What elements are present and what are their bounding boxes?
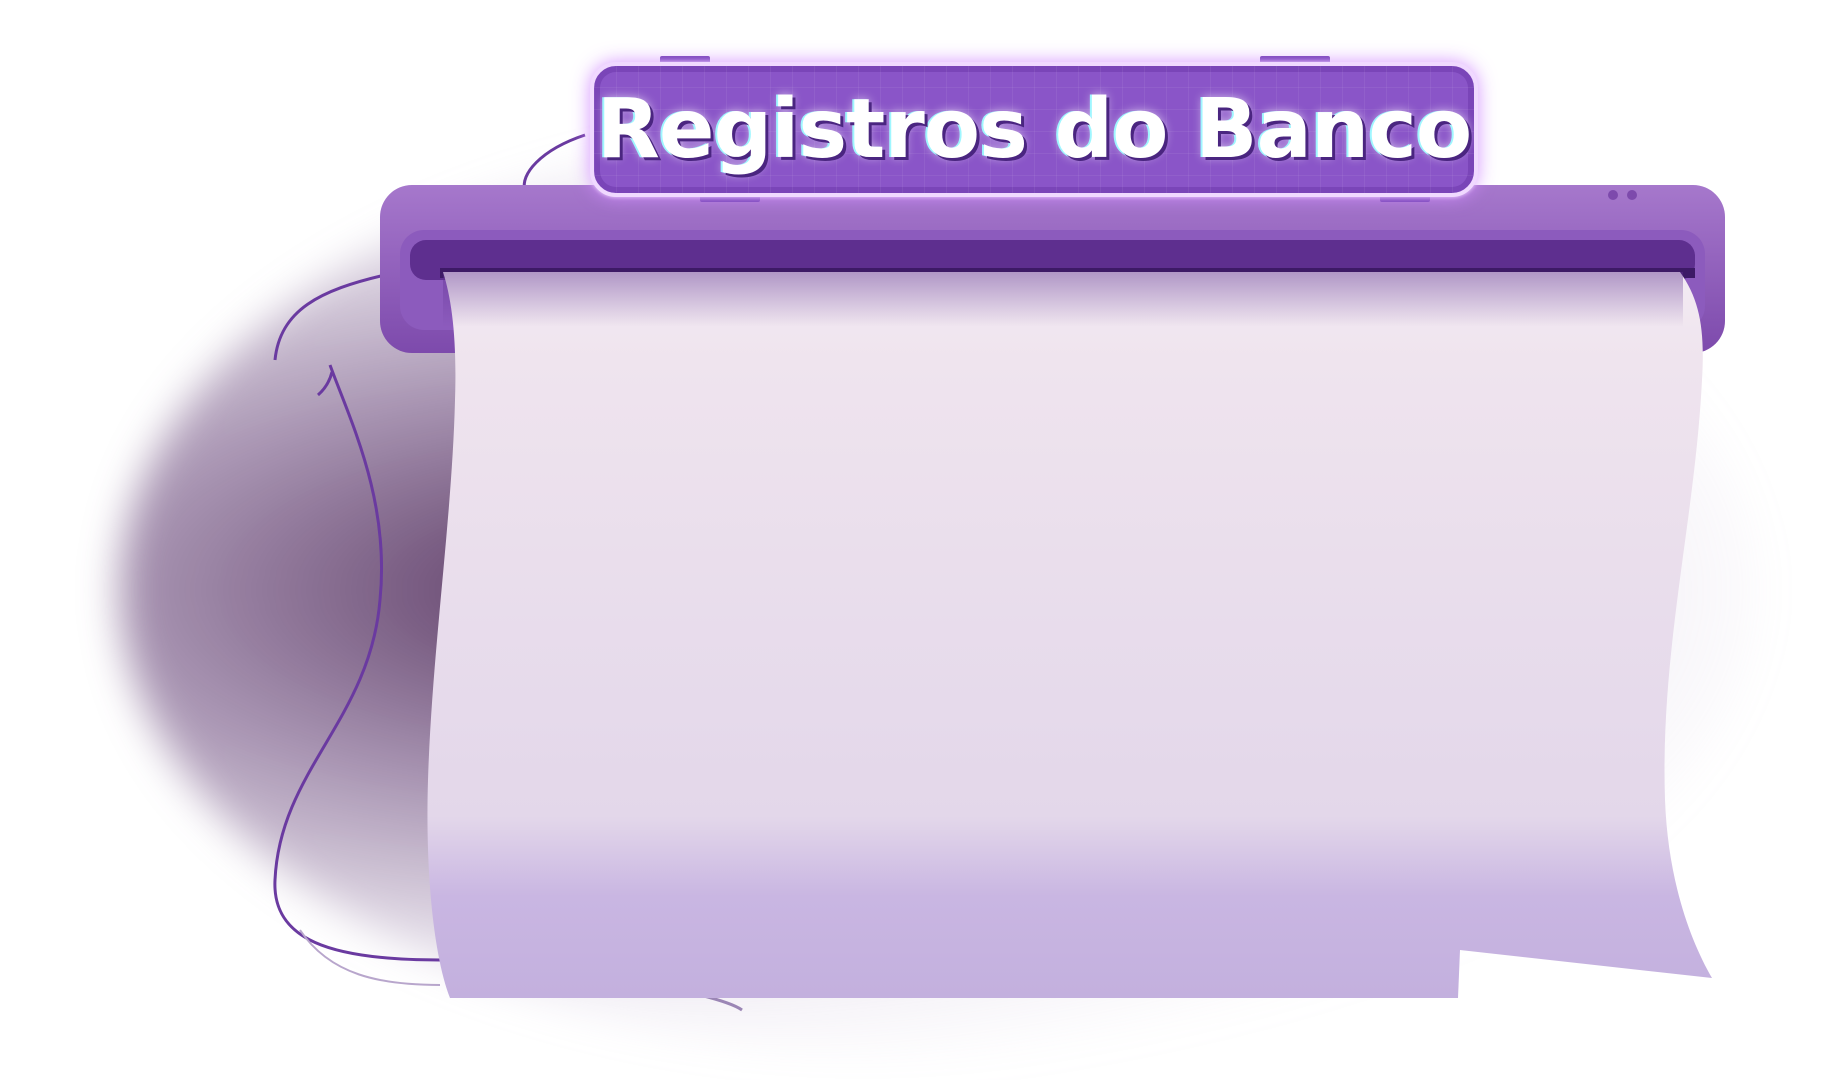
receipt-paper [427, 272, 1712, 998]
title-sign: Registros do Banco [590, 62, 1478, 197]
bank-records-screen: Registros do Banco [0, 0, 1826, 1080]
panel-title: Registros do Banco [596, 82, 1472, 177]
